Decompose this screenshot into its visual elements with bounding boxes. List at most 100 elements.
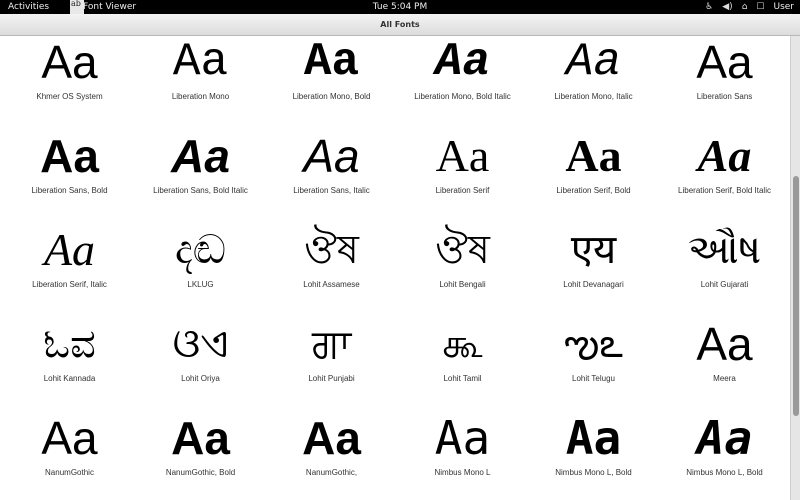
font-label: Liberation Sans, Italic bbox=[293, 186, 370, 195]
network-icon[interactable]: ⌂ bbox=[742, 0, 748, 14]
font-label: Nimbus Mono L bbox=[434, 468, 491, 477]
font-label: Liberation Sans, Bold bbox=[31, 186, 108, 195]
font-label: Liberation Serif, Bold Italic bbox=[678, 186, 771, 195]
font-tile[interactable]: Aa Liberation Serif, Bold Italic bbox=[659, 124, 790, 218]
font-sample: Aa bbox=[697, 130, 752, 181]
font-tile[interactable]: கூ Lohit Tamil bbox=[397, 312, 528, 406]
font-sample: ଓଏ bbox=[172, 321, 229, 367]
font-label: NanumGothic, bbox=[305, 468, 358, 477]
font-tile[interactable]: Aa NanumGothic, bbox=[266, 406, 397, 500]
font-sample: Aa bbox=[40, 130, 99, 182]
font-label: Lohit Tamil bbox=[443, 374, 482, 383]
font-tile[interactable]: Aa Liberation Mono, Bold bbox=[266, 36, 397, 124]
font-tile[interactable]: Aa Nimbus Mono L bbox=[397, 406, 528, 500]
font-sample: Aa bbox=[565, 36, 622, 88]
font-sample: ఌఽ bbox=[564, 321, 623, 367]
window-titlebar: All Fonts bbox=[0, 14, 800, 36]
font-tile[interactable]: ঔষ Lohit Assamese bbox=[266, 218, 397, 312]
font-label: Liberation Sans, Bold Italic bbox=[153, 186, 248, 195]
font-tile[interactable]: Aa NanumGothic bbox=[4, 406, 135, 500]
font-sample: ঔষ bbox=[304, 227, 359, 273]
scrollbar-thumb[interactable] bbox=[793, 176, 799, 416]
font-tile[interactable]: Aa Nimbus Mono L, Bold bbox=[659, 406, 790, 500]
font-label: Liberation Mono, Bold bbox=[292, 92, 371, 101]
accessibility-icon[interactable]: ♿ bbox=[705, 0, 713, 14]
font-tile[interactable]: ਗਾ Lohit Punjabi bbox=[266, 312, 397, 406]
font-label: Lohit Gujarati bbox=[700, 280, 749, 289]
window-title: All Fonts bbox=[380, 20, 420, 29]
font-sample: Aa bbox=[696, 36, 753, 88]
volume-icon[interactable]: ◀) bbox=[722, 0, 732, 14]
font-label: NanumGothic, Bold bbox=[165, 468, 236, 477]
font-sample: ઔષ bbox=[687, 227, 762, 273]
font-sample: Aa bbox=[435, 130, 490, 181]
font-sample: Aa bbox=[303, 130, 360, 182]
font-sample: Aa bbox=[434, 36, 491, 88]
font-label: Lohit Kannada bbox=[43, 374, 96, 383]
font-sample: Aa bbox=[565, 411, 622, 465]
font-tile[interactable]: Aa Liberation Sans bbox=[659, 36, 790, 124]
font-sample: දඬ bbox=[175, 227, 226, 273]
user-menu[interactable]: User bbox=[773, 0, 794, 14]
font-tile[interactable]: ಓವ Lohit Kannada bbox=[4, 312, 135, 406]
font-tile[interactable]: Aa Liberation Sans, Italic bbox=[266, 124, 397, 218]
font-tile[interactable]: Aa Khmer OS System bbox=[4, 36, 135, 124]
font-label: Liberation Mono bbox=[171, 92, 230, 101]
font-label: Liberation Serif, Bold bbox=[556, 186, 631, 195]
font-tile[interactable]: Aa Meera bbox=[659, 312, 790, 406]
font-tile[interactable]: Aa Liberation Sans, Bold bbox=[4, 124, 135, 218]
font-label: NanumGothic bbox=[45, 468, 94, 477]
font-label: Nimbus Mono L, Bold bbox=[686, 468, 763, 477]
font-label: Lohit Telugu bbox=[572, 374, 615, 383]
font-tile[interactable]: Aa NanumGothic, Bold bbox=[135, 406, 266, 500]
font-label: Lohit Bengali bbox=[439, 280, 486, 289]
font-label: Liberation Sans bbox=[696, 92, 753, 101]
font-tile[interactable]: Aa Liberation Serif bbox=[397, 124, 528, 218]
font-label: Liberation Mono, Italic bbox=[554, 92, 633, 101]
font-grid-view: Aa Khmer OS System Aa Liberation Mono Aa Li… bbox=[0, 36, 790, 500]
font-label: Lohit Oriya bbox=[181, 374, 220, 383]
font-tile[interactable]: ઔષ Lohit Gujarati bbox=[659, 218, 790, 312]
font-tile[interactable]: Aa Liberation Sans, Bold Italic bbox=[135, 124, 266, 218]
font-tile[interactable]: ঔষ Lohit Bengali bbox=[397, 218, 528, 312]
font-tile[interactable]: Aa Nimbus Mono L, Bold bbox=[528, 406, 659, 500]
font-label: Lohit Devanagari bbox=[563, 280, 624, 289]
font-sample: Aa bbox=[41, 412, 98, 464]
font-sample: Aa bbox=[696, 318, 753, 370]
font-sample: Aa bbox=[302, 412, 361, 464]
user-status-icon[interactable]: ☐ bbox=[756, 0, 764, 14]
font-sample: Aa bbox=[565, 130, 622, 181]
clock[interactable]: Tue 5:04 PM bbox=[0, 0, 800, 14]
font-sample: ಓವ bbox=[43, 321, 96, 367]
font-sample: Aa bbox=[434, 411, 491, 465]
font-label: Liberation Serif bbox=[435, 186, 490, 195]
font-label: Liberation Serif, Italic bbox=[32, 280, 107, 289]
vertical-scrollbar[interactable] bbox=[790, 36, 800, 500]
font-sample: Aa bbox=[172, 36, 229, 88]
font-sample: Aa bbox=[41, 36, 98, 88]
font-tile[interactable]: Aa Liberation Serif, Bold bbox=[528, 124, 659, 218]
font-tile[interactable]: ଓଏ Lohit Oriya bbox=[135, 312, 266, 406]
system-tray: ♿ ◀) ⌂ ☐ User bbox=[705, 0, 794, 14]
font-label: LKLUG bbox=[187, 280, 214, 289]
font-label: Lohit Assamese bbox=[303, 280, 360, 289]
font-tile[interactable]: एय Lohit Devanagari bbox=[528, 218, 659, 312]
font-tile[interactable]: Aa Liberation Mono bbox=[135, 36, 266, 124]
font-sample: एय bbox=[570, 227, 617, 273]
font-sample: Aa bbox=[171, 412, 230, 464]
font-tile[interactable]: දඬ LKLUG bbox=[135, 218, 266, 312]
font-label: Liberation Mono, Bold Italic bbox=[414, 92, 511, 101]
font-sample: Aa bbox=[43, 224, 96, 275]
font-tile[interactable]: Aa Liberation Mono, Italic bbox=[528, 36, 659, 124]
font-tile[interactable]: Aa Liberation Mono, Bold Italic bbox=[397, 36, 528, 124]
font-label: Khmer OS System bbox=[36, 92, 103, 101]
font-label: Meera bbox=[713, 374, 736, 383]
font-sample: ঔষ bbox=[435, 227, 490, 273]
font-tile[interactable]: Aa Liberation Serif, Italic bbox=[4, 218, 135, 312]
top-panel: Activities ab Font Viewer Tue 5:04 PM ♿ … bbox=[0, 0, 800, 14]
font-sample: Aa bbox=[696, 411, 753, 465]
font-sample: Aa bbox=[171, 130, 230, 182]
font-tile[interactable]: ఌఽ Lohit Telugu bbox=[528, 312, 659, 406]
font-sample: Aa bbox=[303, 36, 360, 88]
font-sample: கூ bbox=[442, 321, 483, 367]
